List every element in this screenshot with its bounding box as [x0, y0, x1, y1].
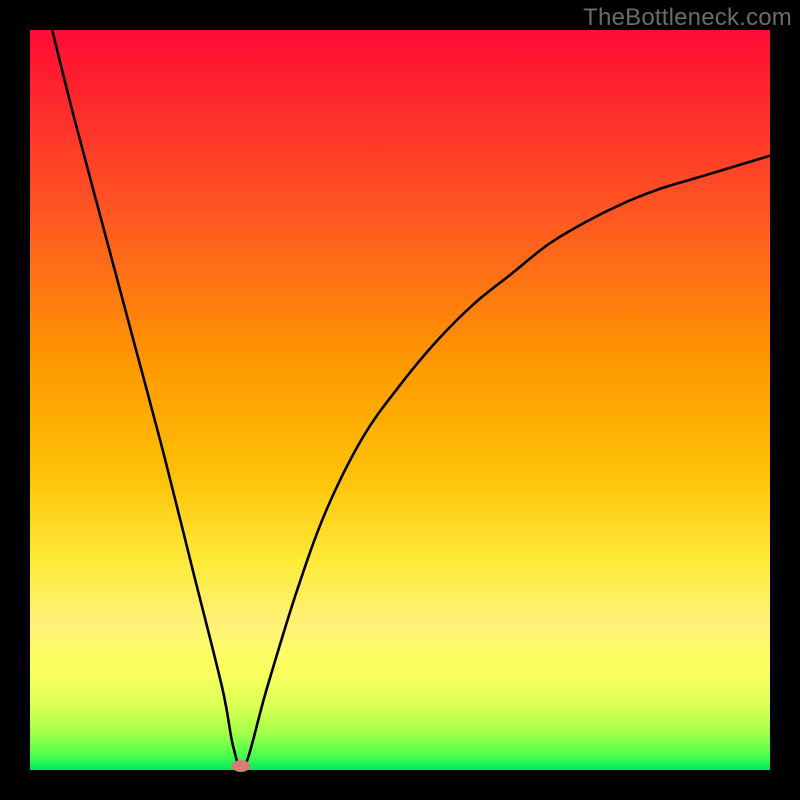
bottleneck-curve	[52, 30, 770, 769]
plot-area	[30, 30, 770, 770]
watermark-text: TheBottleneck.com	[583, 4, 792, 32]
chart-container: TheBottleneck.com	[0, 0, 800, 800]
curve-svg	[30, 30, 770, 770]
minimum-marker	[232, 760, 250, 772]
